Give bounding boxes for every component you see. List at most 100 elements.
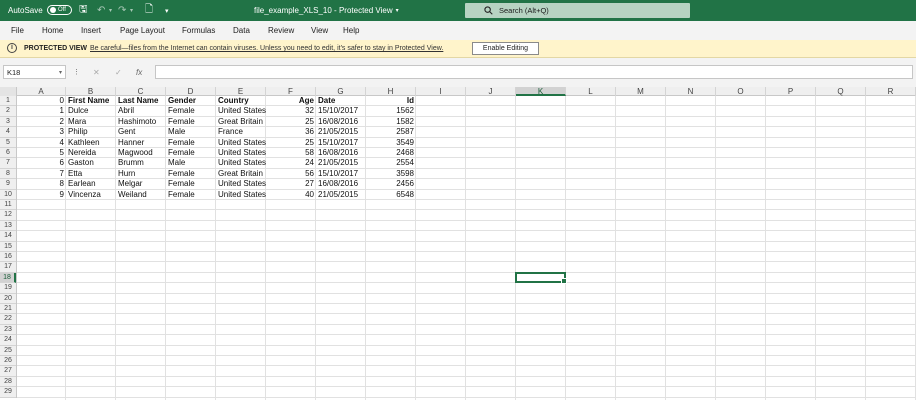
header-cell[interactable]: Last Name (116, 96, 166, 106)
enable-editing-button[interactable]: Enable Editing (472, 42, 539, 55)
header-cell[interactable]: 0 (17, 96, 66, 106)
table-cell[interactable]: Gent (116, 127, 166, 137)
table-cell[interactable]: Brumm (116, 158, 166, 168)
tab-view[interactable]: View (311, 21, 328, 40)
table-cell[interactable]: Mara (66, 117, 116, 127)
row-header-24[interactable]: 24 (0, 335, 16, 346)
table-cell[interactable]: Etta (66, 169, 116, 179)
tab-review[interactable]: Review (268, 21, 294, 40)
table-cell[interactable]: Hashimoto (116, 117, 166, 127)
table-cell[interactable]: 2456 (366, 179, 416, 189)
row-header-22[interactable]: 22 (0, 314, 16, 325)
row-header-29[interactable]: 29 (0, 387, 16, 398)
name-box-dropdown-icon[interactable]: ▾ (59, 69, 62, 76)
column-header-a[interactable]: A (17, 87, 66, 96)
column-header-j[interactable]: J (466, 87, 516, 96)
table-cell[interactable]: Female (166, 138, 216, 148)
table-cell[interactable]: Abril (116, 106, 166, 116)
column-header-o[interactable]: O (716, 87, 766, 96)
table-cell[interactable]: Great Britain (216, 169, 266, 179)
table-cell[interactable]: 7 (17, 169, 66, 179)
table-cell[interactable]: 2554 (366, 158, 416, 168)
row-header-21[interactable]: 21 (0, 304, 16, 315)
row-header-3[interactable]: 3 (0, 117, 16, 128)
row-header-8[interactable]: 8 (0, 169, 16, 180)
table-cell[interactable]: 21/05/2015 (316, 190, 366, 200)
table-cell[interactable]: 15/10/2017 (316, 169, 366, 179)
table-cell[interactable]: 9 (17, 190, 66, 200)
table-cell[interactable]: 2587 (366, 127, 416, 137)
table-cell[interactable]: 5 (17, 148, 66, 158)
row-header-2[interactable]: 2 (0, 106, 16, 117)
row-header-10[interactable]: 10 (0, 190, 16, 200)
table-cell[interactable]: 1582 (366, 117, 416, 127)
table-cell[interactable]: 3549 (366, 138, 416, 148)
table-cell[interactable]: Philip (66, 127, 116, 137)
undo-icon[interactable]: ↶ (97, 0, 105, 21)
row-header-19[interactable]: 19 (0, 283, 16, 294)
row-header-26[interactable]: 26 (0, 356, 16, 367)
row-header-14[interactable]: 14 (0, 231, 16, 242)
formula-input[interactable] (155, 65, 913, 79)
column-header-p[interactable]: P (766, 87, 816, 96)
row-header-20[interactable]: 20 (0, 294, 16, 304)
table-cell[interactable]: 15/10/2017 (316, 138, 366, 148)
table-cell[interactable]: Weiland (116, 190, 166, 200)
table-cell[interactable]: 21/05/2015 (316, 127, 366, 137)
table-cell[interactable]: 6 (17, 158, 66, 168)
table-cell[interactable]: 40 (266, 190, 316, 200)
tab-help[interactable]: Help (343, 21, 359, 40)
tab-data[interactable]: Data (233, 21, 250, 40)
table-cell[interactable]: France (216, 127, 266, 137)
table-cell[interactable]: Melgar (116, 179, 166, 189)
table-cell[interactable]: 21/05/2015 (316, 158, 366, 168)
table-cell[interactable]: Dulce (66, 106, 116, 116)
table-cell[interactable]: 2 (17, 117, 66, 127)
column-header-g[interactable]: G (316, 87, 366, 96)
row-header-28[interactable]: 28 (0, 377, 16, 388)
column-header-e[interactable]: E (216, 87, 266, 96)
column-header-k[interactable]: K (516, 87, 566, 96)
table-cell[interactable]: Earlean (66, 179, 116, 189)
tab-page-layout[interactable]: Page Layout (120, 21, 165, 40)
new-file-icon[interactable]: 🗋 (145, 0, 153, 21)
table-cell[interactable]: 27 (266, 179, 316, 189)
row-header-11[interactable]: 11 (0, 200, 16, 211)
table-cell[interactable]: 16/08/2016 (316, 117, 366, 127)
table-cell[interactable]: 3 (17, 127, 66, 137)
table-cell[interactable]: Hanner (116, 138, 166, 148)
column-header-r[interactable]: R (866, 87, 916, 96)
redo-dropdown-icon[interactable]: ▾ (130, 0, 133, 21)
table-cell[interactable]: United States (216, 179, 266, 189)
column-header-l[interactable]: L (566, 87, 616, 96)
tab-insert[interactable]: Insert (81, 21, 101, 40)
table-cell[interactable]: 1562 (366, 106, 416, 116)
table-cell[interactable]: Male (166, 127, 216, 137)
column-header-i[interactable]: I (416, 87, 466, 96)
protected-view-message[interactable]: Be careful—files from the Internet can c… (90, 40, 443, 57)
table-cell[interactable]: Great Britain (216, 117, 266, 127)
row-header-25[interactable]: 25 (0, 346, 16, 356)
column-header-n[interactable]: N (666, 87, 716, 96)
table-cell[interactable]: Female (166, 179, 216, 189)
row-header-17[interactable]: 17 (0, 262, 16, 273)
table-cell[interactable]: Female (166, 106, 216, 116)
row-header-4[interactable]: 4 (0, 127, 16, 138)
row-header-18[interactable]: 18 (0, 272, 16, 284)
save-icon[interactable]: 🖫 (79, 0, 88, 21)
table-cell[interactable]: 16/08/2016 (316, 179, 366, 189)
table-cell[interactable]: United States (216, 138, 266, 148)
column-header-h[interactable]: H (366, 87, 416, 96)
table-cell[interactable]: Female (166, 117, 216, 127)
enter-icon[interactable]: ✓ (115, 65, 122, 79)
undo-dropdown-icon[interactable]: ▾ (109, 0, 112, 21)
cell-area[interactable]: 0 First Name Last Name Gender Country Age Date… (17, 96, 916, 400)
table-cell[interactable]: 32 (266, 106, 316, 116)
column-header-f[interactable]: F (266, 87, 316, 96)
header-cell[interactable]: Id (366, 96, 416, 106)
more-options-icon[interactable]: ⋮ (73, 65, 80, 79)
select-all-corner[interactable] (0, 87, 17, 96)
column-header-b[interactable]: B (66, 87, 116, 96)
row-header-1[interactable]: 1 (0, 96, 16, 107)
redo-icon[interactable]: ↷ (118, 0, 126, 21)
